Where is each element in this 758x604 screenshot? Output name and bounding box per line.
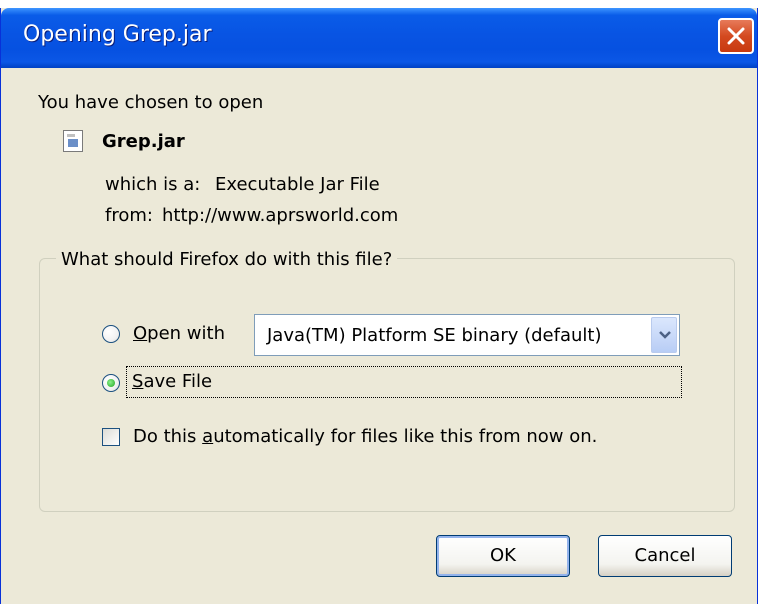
auto-label-part2: utomatically for files like this from no…	[213, 426, 598, 447]
file-name: Grep.jar	[102, 131, 185, 152]
file-from-value: http://www.aprsworld.com	[162, 205, 399, 226]
open-with-app-select[interactable]: Java(TM) Platform SE binary (default)	[254, 314, 680, 356]
file-type-value: Executable Jar File	[215, 174, 380, 195]
save-file-label-text: ave File	[143, 371, 213, 392]
close-icon	[727, 27, 745, 45]
auto-label-part1: Do this	[133, 426, 203, 447]
group-legend: What should Firefox do with this file?	[56, 249, 398, 270]
window-title: Opening Grep.jar	[23, 22, 212, 47]
open-with-radio[interactable]	[102, 325, 120, 343]
save-file-label[interactable]: Save File	[132, 371, 212, 392]
title-bar[interactable]: Opening Grep.jar	[1, 8, 757, 68]
open-with-label-text: pen with	[147, 323, 225, 344]
auto-label[interactable]: Do this automatically for files like thi…	[133, 426, 597, 447]
auto-checkbox[interactable]	[102, 428, 120, 446]
close-button[interactable]	[718, 18, 754, 54]
ok-button[interactable]: OK	[436, 535, 570, 577]
file-type-label: which is a:	[105, 174, 201, 195]
open-with-label-mnemonic: O	[133, 323, 148, 344]
dropdown-button[interactable]	[651, 317, 677, 353]
chevron-down-icon	[659, 331, 671, 339]
save-file-radio[interactable]	[102, 374, 120, 392]
cancel-button[interactable]: Cancel	[598, 535, 732, 577]
open-with-label[interactable]: Open with	[133, 323, 225, 344]
auto-label-mnemonic: a	[202, 426, 214, 447]
jar-file-icon	[63, 130, 83, 152]
file-from-label: from:	[105, 205, 153, 226]
save-file-label-mnemonic: S	[132, 371, 144, 392]
open-with-app-value: Java(TM) Platform SE binary (default)	[267, 325, 602, 346]
intro-text: You have chosen to open	[38, 92, 264, 113]
